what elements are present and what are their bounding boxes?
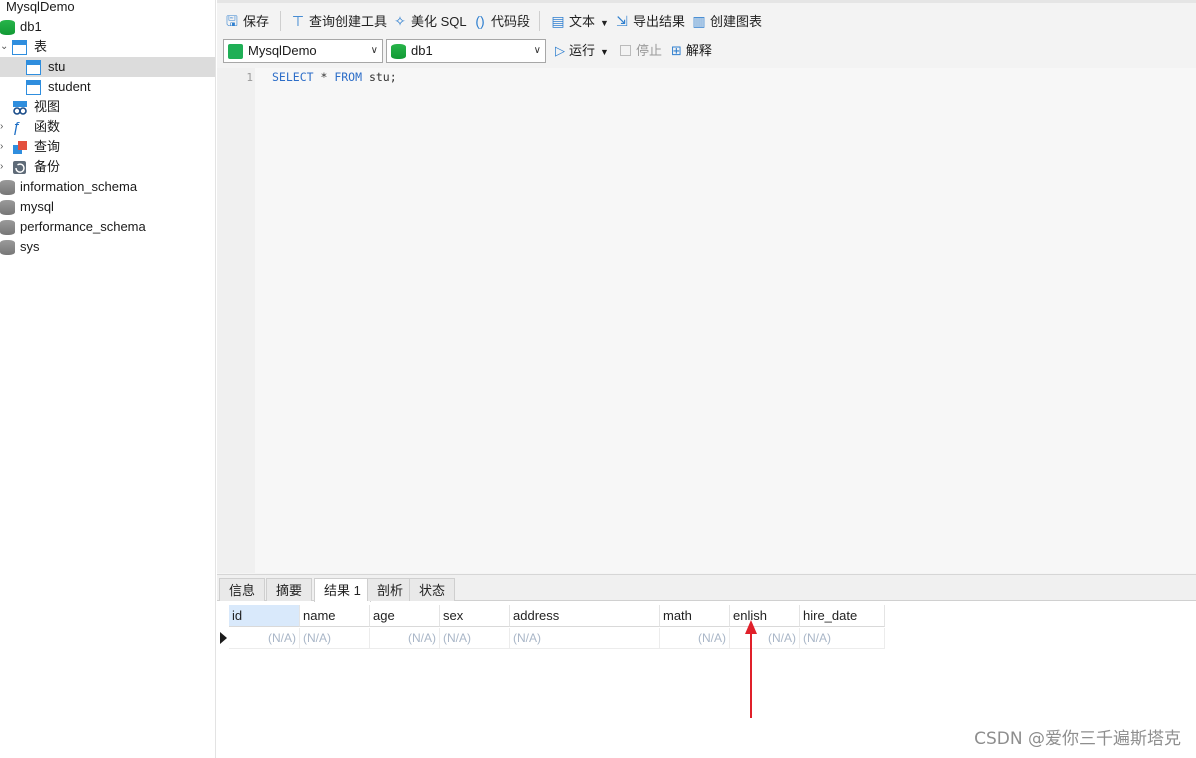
watermark: CSDN @爱你三千遍斯塔克 <box>974 729 1181 749</box>
annotation-arrow-icon <box>745 620 757 718</box>
